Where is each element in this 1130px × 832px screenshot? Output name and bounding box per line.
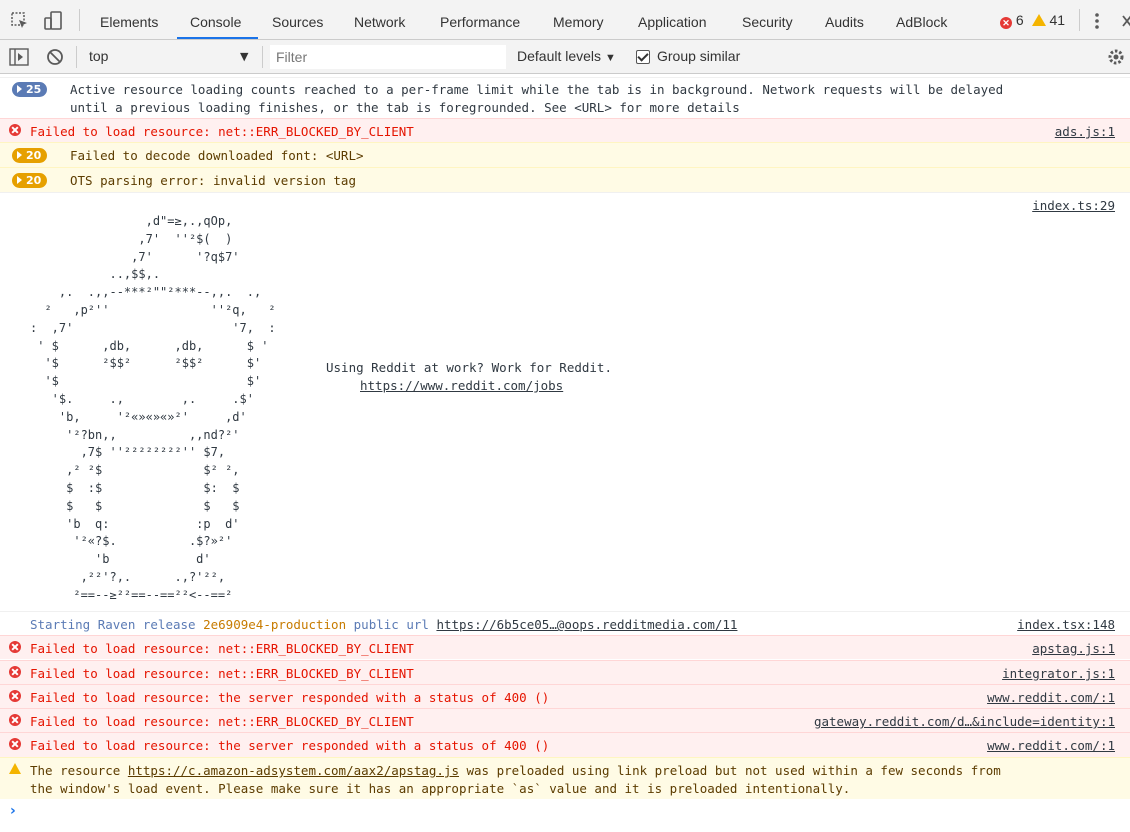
error-icon bbox=[9, 738, 21, 750]
message-text: Failed to load resource: the server resp… bbox=[30, 690, 550, 705]
message-source-link[interactable]: integrator.js:1 bbox=[1002, 665, 1115, 683]
message-source-link[interactable]: www.reddit.com/:1 bbox=[987, 737, 1115, 755]
error-icon bbox=[9, 666, 21, 678]
message-source-link[interactable]: index.ts:29 bbox=[1032, 197, 1115, 215]
message-source-link[interactable]: www.reddit.com/:1 bbox=[987, 689, 1115, 707]
error-count-icon: ✕ bbox=[1000, 17, 1012, 29]
tab-network[interactable]: Network bbox=[354, 0, 405, 39]
message-source-link[interactable]: index.tsx:148 bbox=[1017, 616, 1115, 634]
console-message-info: 25 Active resource loading counts reache… bbox=[0, 77, 1130, 117]
error-count: 6 bbox=[1015, 12, 1024, 28]
context-selector[interactable]: top bbox=[89, 48, 108, 64]
group-similar-checkbox[interactable] bbox=[636, 50, 650, 64]
tab-audits[interactable]: Audits bbox=[825, 0, 864, 39]
console-message-log: Starting Raven release 2e6909e4-producti… bbox=[0, 611, 1130, 635]
console-message-error: Failed to load resource: the server resp… bbox=[0, 732, 1130, 757]
console-message-warning: The resource https://c.amazon-adsystem.c… bbox=[0, 757, 1130, 799]
toolbar-divider bbox=[262, 46, 263, 68]
close-devtools-icon[interactable] bbox=[1116, 10, 1130, 32]
devtools-tab-bar: Elements Console Sources Network Perform… bbox=[0, 0, 1130, 40]
log-levels-label: Default levels bbox=[517, 48, 602, 64]
repeat-count: 25 bbox=[26, 83, 42, 96]
message-text: OTS parsing error: invalid version tag bbox=[70, 173, 356, 188]
raven-url-link[interactable]: https://6b5ce05…@oops.redditmedia.com/11 bbox=[436, 617, 737, 632]
expand-triangle-icon[interactable] bbox=[17, 176, 22, 184]
raven-release: 2e6909e4-production bbox=[203, 617, 347, 632]
message-text: Failed to decode downloaded font: <URL> bbox=[70, 148, 364, 163]
reddit-jobs-message: Using Reddit at work? Work for Reddit. h… bbox=[326, 359, 612, 395]
console-settings-icon[interactable] bbox=[1106, 48, 1126, 66]
reddit-ascii-art: ,d"=≥,.,qOp, ,7' ''²$( ) ,7' '?q$7' ..,$… bbox=[30, 214, 276, 602]
tab-divider bbox=[79, 9, 80, 31]
message-source-link[interactable]: gateway.reddit.com/d…&include=identity:1 bbox=[814, 713, 1115, 731]
repeat-count: 20 bbox=[26, 149, 42, 162]
tab-sources[interactable]: Sources bbox=[272, 0, 323, 39]
reddit-jobs-link[interactable]: https://www.reddit.com/jobs bbox=[326, 378, 563, 393]
error-icon bbox=[9, 641, 21, 653]
tab-console[interactable]: Console bbox=[190, 0, 241, 39]
tab-adblock[interactable]: AdBlock bbox=[896, 0, 947, 39]
preload-resource-link[interactable]: https://c.amazon-adsystem.com/aax2/apsta… bbox=[128, 763, 459, 778]
levels-dropdown-arrow-icon: ▼ bbox=[604, 52, 616, 64]
warning-count-icon bbox=[1031, 14, 1046, 26]
console-message-error: Failed to load resource: net::ERR_BLOCKE… bbox=[0, 660, 1130, 684]
warning-count: 41 bbox=[1049, 12, 1066, 28]
error-icon bbox=[9, 124, 21, 136]
error-icon bbox=[9, 714, 21, 726]
reddit-jobs-text: Using Reddit at work? Work for Reddit. bbox=[326, 360, 612, 375]
tab-performance[interactable]: Performance bbox=[440, 0, 520, 39]
repeat-count: 20 bbox=[26, 174, 42, 187]
tab-application[interactable]: Application bbox=[638, 0, 707, 39]
tab-elements[interactable]: Elements bbox=[100, 0, 158, 39]
console-message-error: Failed to load resource: net::ERR_BLOCKE… bbox=[0, 118, 1130, 142]
toolbar-divider bbox=[76, 46, 77, 68]
message-text: Active resource loading counts reached t… bbox=[70, 82, 1004, 115]
context-dropdown-arrow-icon[interactable]: ▼ bbox=[240, 50, 248, 63]
log-levels-dropdown[interactable]: Default levels ▼ bbox=[517, 48, 616, 64]
raven-start-text: Starting Raven release bbox=[30, 617, 196, 632]
message-text: Failed to load resource: net::ERR_BLOCKE… bbox=[30, 666, 414, 681]
error-icon bbox=[9, 690, 21, 702]
console-prompt-icon[interactable]: › bbox=[10, 803, 16, 819]
device-toolbar-icon[interactable] bbox=[42, 10, 64, 32]
more-options-icon[interactable] bbox=[1086, 10, 1108, 32]
show-sidebar-icon[interactable] bbox=[9, 48, 29, 66]
raven-url-label: public url bbox=[353, 617, 429, 632]
expand-triangle-icon[interactable] bbox=[17, 85, 22, 93]
message-text: Failed to load resource: net::ERR_BLOCKE… bbox=[30, 641, 414, 656]
preload-warning-prefix: The resource bbox=[30, 763, 128, 778]
console-message-warning: 20 Failed to decode downloaded font: <UR… bbox=[0, 142, 1130, 167]
tab-memory[interactable]: Memory bbox=[553, 0, 604, 39]
tab-security[interactable]: Security bbox=[742, 0, 793, 39]
message-text: Failed to load resource: net::ERR_BLOCKE… bbox=[30, 714, 414, 729]
warning-icon bbox=[9, 763, 21, 774]
console-message-error: Failed to load resource: net::ERR_BLOCKE… bbox=[0, 708, 1130, 732]
message-source-link[interactable]: ads.js:1 bbox=[1055, 123, 1115, 141]
expand-triangle-icon[interactable] bbox=[17, 151, 22, 159]
inspect-element-icon[interactable] bbox=[9, 10, 31, 32]
repeat-count-badge: 20 bbox=[12, 148, 48, 163]
clear-console-icon[interactable] bbox=[46, 48, 64, 66]
message-text: Failed to load resource: net::ERR_BLOCKE… bbox=[30, 124, 414, 139]
message-text: The resource https://c.amazon-adsystem.c… bbox=[30, 762, 1001, 798]
repeat-count-badge: 20 bbox=[12, 173, 48, 188]
repeat-count-badge: 25 bbox=[12, 82, 48, 97]
console-message-error: Failed to load resource: net::ERR_BLOCKE… bbox=[0, 635, 1130, 659]
group-similar-label[interactable]: Group similar bbox=[657, 48, 740, 64]
message-source-link[interactable]: apstag.js:1 bbox=[1032, 640, 1115, 658]
console-message-warning: 20 OTS parsing error: invalid version ta… bbox=[0, 167, 1130, 192]
error-warning-counts[interactable]: ✕ 6 41 bbox=[1000, 12, 1065, 29]
active-tab-indicator bbox=[177, 37, 258, 39]
message-text: Failed to load resource: the server resp… bbox=[30, 738, 550, 753]
console-message-error: Failed to load resource: the server resp… bbox=[0, 684, 1130, 708]
filter-input[interactable] bbox=[270, 45, 506, 69]
message-text: Starting Raven release 2e6909e4-producti… bbox=[30, 616, 737, 634]
tab-divider bbox=[1079, 9, 1080, 31]
